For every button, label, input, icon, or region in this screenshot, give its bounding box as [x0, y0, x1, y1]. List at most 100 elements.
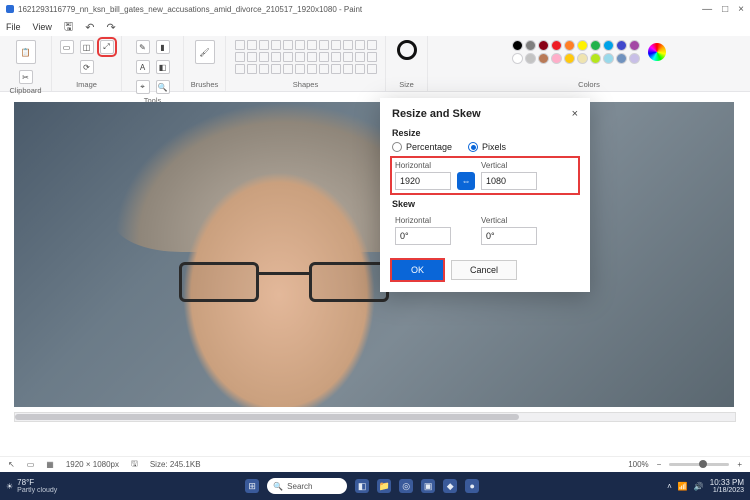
edit-colors-button[interactable] [648, 43, 666, 61]
fill-tool[interactable]: ▮ [156, 40, 170, 54]
weather-icon[interactable]: ☀ [6, 482, 13, 491]
menubar: File View 🖫 ↶ ↷ [0, 18, 750, 36]
search-placeholder: Search [287, 482, 312, 491]
filesize-icon: 🖫 [131, 458, 138, 472]
clock-time[interactable]: 10:33 PM [710, 478, 744, 487]
color-swatch[interactable] [564, 40, 575, 51]
ribbon-size: Size [386, 36, 428, 91]
save-icon[interactable]: 🖫 [64, 18, 73, 37]
horizontal-scrollbar[interactable] [14, 412, 736, 422]
app-button-2[interactable]: ◆ [443, 479, 457, 493]
paste-button[interactable]: 📋 [16, 40, 36, 64]
color-swatch[interactable] [512, 53, 523, 64]
resize-section-label: Resize [392, 128, 578, 138]
dialog-close-button[interactable]: × [572, 108, 578, 120]
skew-vertical-label: Vertical [481, 216, 537, 225]
color-swatch[interactable] [564, 53, 575, 64]
tray-chevron-icon[interactable]: ˄ [667, 482, 672, 491]
menu-file[interactable]: File [6, 22, 21, 32]
color-swatch[interactable] [603, 40, 614, 51]
radio-percentage-label: Percentage [406, 142, 452, 152]
colors-grid[interactable] [512, 40, 640, 64]
zoom-out-button[interactable]: − [657, 460, 662, 469]
brush-button[interactable]: 🖌 [195, 40, 215, 64]
color-swatch[interactable] [616, 53, 627, 64]
ribbon-shapes-label: Shapes [293, 80, 318, 89]
image-content [179, 262, 389, 302]
color-swatch[interactable] [538, 53, 549, 64]
radio-pixels-label: Pixels [482, 142, 506, 152]
vertical-input[interactable]: 1080 [481, 172, 537, 190]
clock-date[interactable]: 1/18/2023 [710, 487, 744, 494]
skew-vertical-input[interactable]: 0° [481, 227, 537, 245]
color-swatch[interactable] [590, 40, 601, 51]
close-button[interactable]: × [738, 4, 744, 15]
color-swatch[interactable] [629, 53, 640, 64]
color-swatch[interactable] [603, 53, 614, 64]
skew-horizontal-input[interactable]: 0° [395, 227, 451, 245]
skew-fields: Horizontal 0° Vertical 0° [392, 213, 578, 248]
app-icon [6, 5, 14, 13]
pencil-tool[interactable]: ✎ [136, 40, 150, 54]
taskbar-search[interactable]: 🔍 Search [267, 478, 347, 494]
color-swatch[interactable] [551, 40, 562, 51]
resize-button[interactable]: ⤢ [100, 40, 114, 54]
ribbon-colors-label: Colors [578, 80, 600, 89]
resize-skew-dialog: Resize and Skew × Resize Percentage Pixe… [380, 98, 590, 292]
text-tool[interactable]: A [136, 60, 150, 74]
ok-button[interactable]: OK [392, 260, 443, 280]
zoom-slider[interactable] [669, 463, 729, 466]
rotate-button[interactable]: ⟳ [80, 60, 94, 74]
maximize-button[interactable]: □ [722, 4, 728, 15]
color-swatch[interactable] [512, 40, 523, 51]
color-swatch[interactable] [629, 40, 640, 51]
weather-text: Partly cloudy [17, 487, 57, 494]
crop-button[interactable]: ◫ [80, 40, 94, 54]
lock-aspect-button[interactable]: ⇔ [457, 172, 475, 190]
ribbon-clipboard: 📋✂ Clipboard [0, 36, 52, 91]
edge-button[interactable]: ◎ [399, 479, 413, 493]
cancel-button[interactable]: Cancel [451, 260, 517, 280]
shapes-grid[interactable] [235, 40, 377, 74]
window-controls: — □ × [702, 4, 744, 15]
radio-percentage[interactable]: Percentage [392, 142, 452, 152]
color-swatch[interactable] [538, 40, 549, 51]
app-button[interactable]: ▣ [421, 479, 435, 493]
ribbon-colors: Colors [428, 36, 750, 91]
eraser-tool[interactable]: ◧ [156, 60, 170, 74]
minimize-button[interactable]: — [702, 4, 712, 15]
cut-button[interactable]: ✂ [19, 70, 33, 84]
color-swatch[interactable] [525, 53, 536, 64]
ribbon-image: ▭ ◫ ⤢ ⟳ Image [52, 36, 122, 91]
search-icon: 🔍 [273, 482, 283, 491]
color-swatch[interactable] [551, 53, 562, 64]
ribbon: 📋✂ Clipboard ▭ ◫ ⤢ ⟳ Image ✎ ▮ A ◧ ⌖ 🔍 T… [0, 36, 750, 92]
explorer-button[interactable]: 📁 [377, 479, 391, 493]
temperature: 78°F [17, 478, 57, 487]
zoom-in-button[interactable]: + [737, 460, 742, 469]
ribbon-image-label: Image [76, 80, 97, 89]
color-swatch[interactable] [577, 53, 588, 64]
app-button-3[interactable]: ● [465, 479, 479, 493]
undo-icon[interactable]: ↶ [85, 21, 94, 34]
color-swatch[interactable] [577, 40, 588, 51]
start-button[interactable]: ⊞ [245, 479, 259, 493]
canvas[interactable] [14, 102, 734, 407]
volume-icon[interactable]: 🔊 [694, 482, 704, 491]
titlebar: 1621293116779_nn_ksn_bill_gates_new_accu… [0, 0, 750, 18]
menu-view[interactable]: View [33, 22, 52, 32]
selection-icon: ▭ [27, 460, 35, 469]
task-view-button[interactable]: ◧ [355, 479, 369, 493]
color-swatch[interactable] [525, 40, 536, 51]
horizontal-input[interactable]: 1920 [395, 172, 451, 190]
redo-icon[interactable]: ↷ [106, 21, 115, 34]
wifi-icon[interactable]: 📶 [678, 482, 688, 491]
color-swatch[interactable] [616, 40, 627, 51]
skew-section-label: Skew [392, 199, 578, 209]
select-button[interactable]: ▭ [60, 40, 74, 54]
ribbon-brushes-label: Brushes [191, 80, 219, 89]
size-button[interactable] [397, 40, 417, 60]
color-swatch[interactable] [590, 53, 601, 64]
radio-pixels[interactable]: Pixels [468, 142, 506, 152]
vertical-label: Vertical [481, 161, 537, 170]
